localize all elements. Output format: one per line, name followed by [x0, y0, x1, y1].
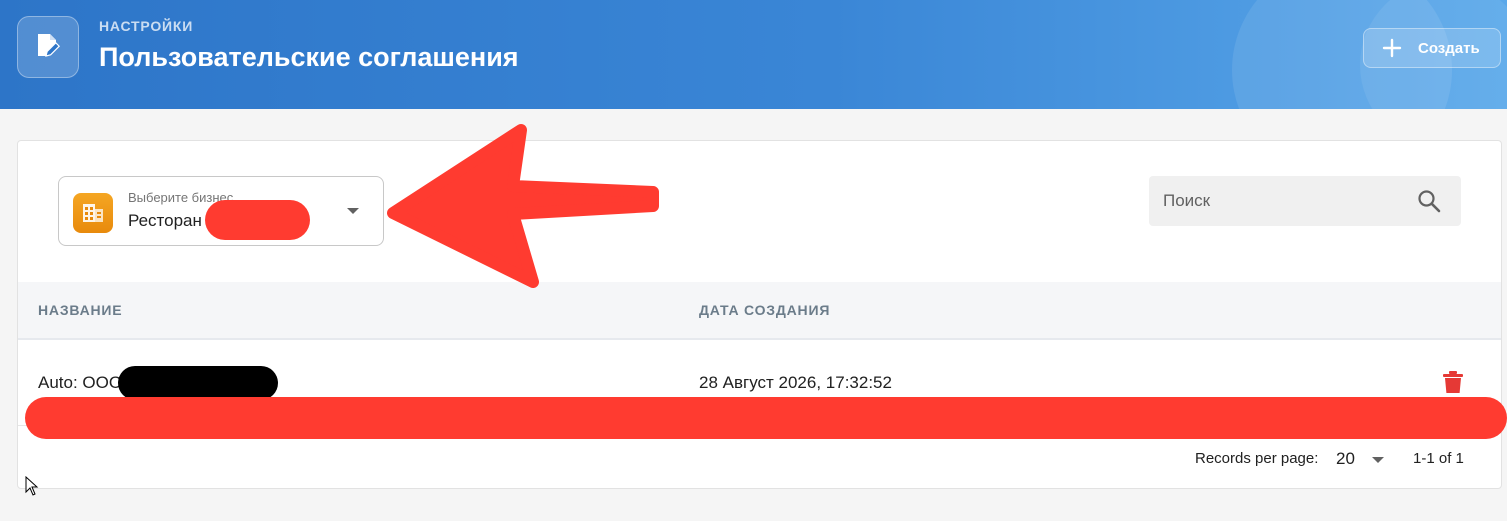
page-range: 1-1 of 1 [1413, 450, 1464, 467]
search-icon[interactable] [1417, 189, 1441, 218]
create-button-label: Создать [1418, 39, 1480, 57]
column-header-created[interactable]: ДАТА СОЗДАНИЯ [699, 302, 830, 318]
search-field [1149, 176, 1461, 226]
table-header: НАЗВАНИЕ ДАТА СОЗДАНИЯ [18, 282, 1501, 340]
business-select-value: Ресторан [128, 211, 202, 230]
row-name: Auto: ООО [38, 373, 123, 392]
records-per-page-select[interactable]: 20 [1334, 445, 1390, 473]
row-created-date: 28 Август 2026, 17:32:52 [699, 373, 892, 392]
records-per-page-label: Records per page: [1195, 450, 1319, 467]
trash-icon[interactable] [1442, 370, 1464, 399]
page-title: Пользовательские соглашения [99, 42, 519, 72]
edit-document-icon [17, 16, 79, 78]
chevron-down-icon [1372, 457, 1384, 463]
create-button[interactable]: Создать [1363, 28, 1501, 68]
agreements-card: Выберите бизнес Ресторан НАЗВАНИЕ ДАТА С… [17, 140, 1502, 489]
building-icon [73, 193, 113, 233]
records-per-page-value: 20 [1336, 449, 1355, 468]
page-header: НАСТРОЙКИ Пользовательские соглашения Со… [0, 0, 1507, 109]
plus-icon [1382, 38, 1402, 58]
table-row[interactable]: Auto: ООО 28 Август 2026, 17:32:52 [18, 340, 1501, 426]
chevron-down-icon [347, 208, 359, 214]
search-input[interactable] [1163, 176, 1403, 226]
business-select[interactable]: Выберите бизнес Ресторан [58, 176, 384, 246]
business-select-label: Выберите бизнес [128, 190, 234, 205]
page-section-label: НАСТРОЙКИ [99, 18, 194, 34]
column-header-name[interactable]: НАЗВАНИЕ [38, 302, 122, 318]
